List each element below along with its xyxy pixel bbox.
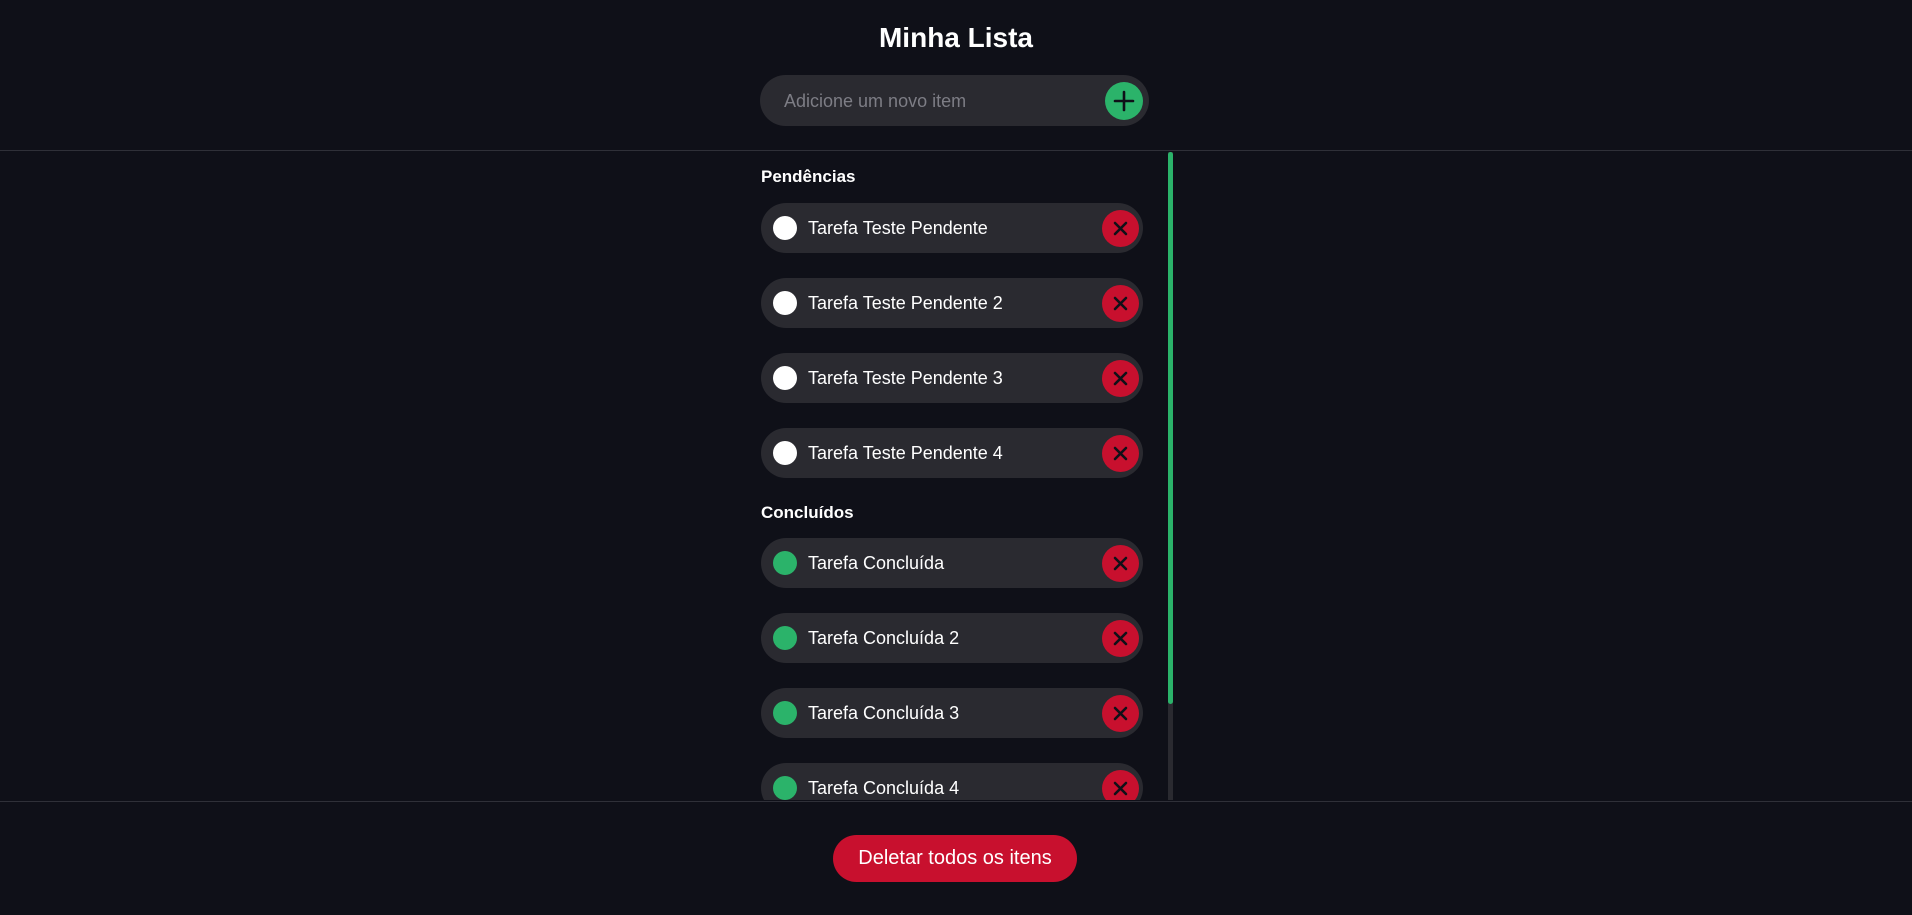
close-icon [1113, 371, 1128, 386]
task-label: Tarefa Teste Pendente [808, 218, 988, 238]
circle-unchecked-icon[interactable] [773, 366, 797, 390]
circle-checked-icon[interactable] [773, 551, 797, 575]
circle-checked-icon[interactable] [773, 776, 797, 800]
circle-unchecked-icon[interactable] [773, 291, 797, 315]
scrollbar-thumb[interactable] [1168, 152, 1173, 704]
pending-task-item: Tarefa Teste Pendente [761, 203, 1143, 253]
done-section-title: Concluídos [761, 503, 854, 522]
task-label: Tarefa Concluída 3 [808, 703, 960, 723]
delete-task-button[interactable] [1102, 545, 1139, 582]
circle-unchecked-icon[interactable] [773, 216, 797, 240]
close-icon [1113, 556, 1128, 571]
task-label: Tarefa Concluída 4 [808, 778, 960, 798]
delete-task-button[interactable] [1102, 360, 1139, 397]
delete-task-button[interactable] [1102, 210, 1139, 247]
todo-app: Minha Lista Pendências Tarefa Teste Pend… [0, 0, 1912, 915]
pending-task-item: Tarefa Teste Pendente 3 [761, 353, 1143, 403]
done-task-item: Tarefa Concluída [761, 538, 1143, 588]
close-icon [1113, 781, 1128, 796]
new-item-input[interactable] [782, 75, 1086, 128]
plus-icon [1113, 90, 1135, 112]
delete-task-button[interactable] [1102, 770, 1139, 800]
delete-task-button[interactable] [1102, 285, 1139, 322]
done-task-item: Tarefa Concluída 2 [761, 613, 1143, 663]
task-label: Tarefa Concluída [808, 553, 945, 573]
pending-task-item: Tarefa Teste Pendente 4 [761, 428, 1143, 478]
circle-unchecked-icon[interactable] [773, 441, 797, 465]
pending-task-item: Tarefa Teste Pendente 2 [761, 278, 1143, 328]
done-task-item: Tarefa Concluída 3 [761, 688, 1143, 738]
page-title: Minha Lista [878, 22, 1033, 53]
close-icon [1113, 706, 1128, 721]
task-label: Tarefa Teste Pendente 3 [808, 368, 1003, 388]
done-task-item: Tarefa Concluída 4 [761, 763, 1143, 800]
task-list-scroll-area[interactable]: Pendências Tarefa Teste Pendente Tarefa … [0, 152, 1912, 800]
task-label: Tarefa Concluída 2 [808, 628, 960, 648]
delete-task-button[interactable] [1102, 435, 1139, 472]
delete-task-button[interactable] [1102, 695, 1139, 732]
task-label: Tarefa Teste Pendente 4 [808, 443, 1003, 463]
close-icon [1113, 221, 1128, 236]
delete-all-button[interactable]: Deletar todos os itens [833, 835, 1077, 882]
footer: Deletar todos os itens [0, 801, 1912, 915]
close-icon [1113, 296, 1128, 311]
task-label: Tarefa Teste Pendente 2 [808, 293, 1003, 313]
circle-checked-icon[interactable] [773, 626, 797, 650]
header: Minha Lista [0, 0, 1912, 151]
circle-checked-icon[interactable] [773, 701, 797, 725]
close-icon [1113, 631, 1128, 646]
add-item-button[interactable] [1105, 82, 1143, 120]
add-item-bar [760, 75, 1149, 128]
delete-task-button[interactable] [1102, 620, 1139, 657]
close-icon [1113, 446, 1128, 461]
pending-section-title: Pendências [761, 167, 856, 186]
